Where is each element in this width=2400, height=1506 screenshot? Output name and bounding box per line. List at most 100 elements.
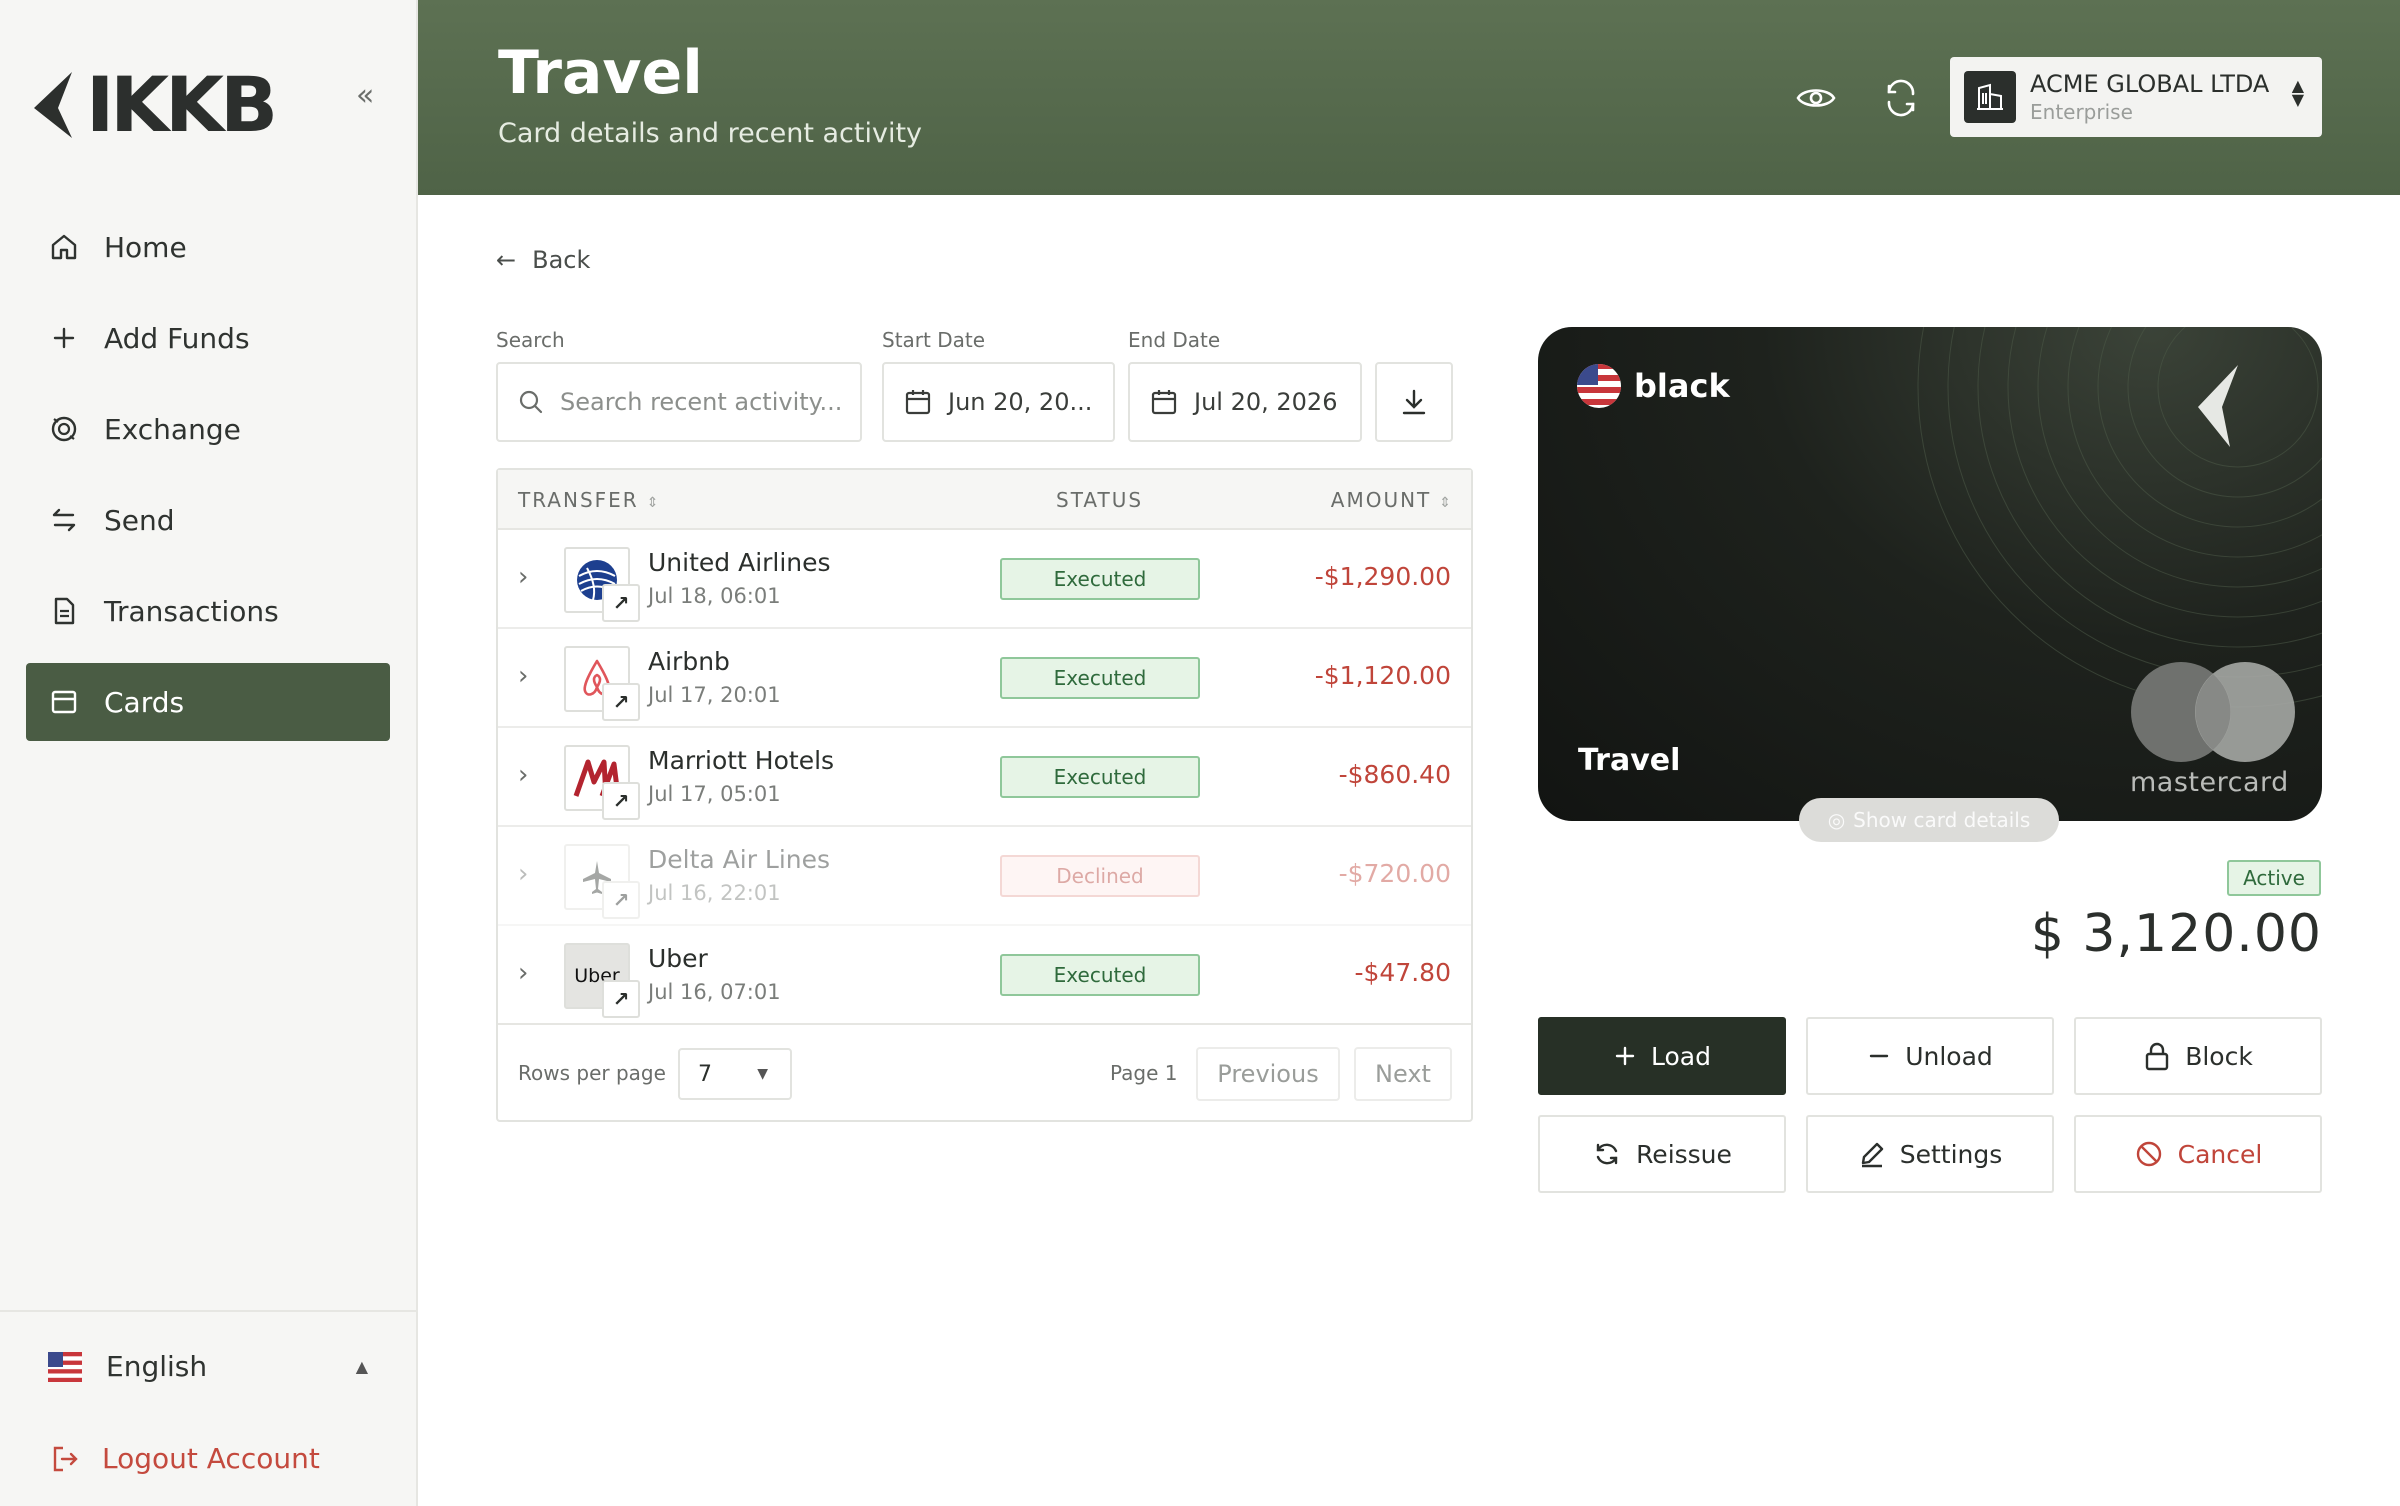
block-button[interactable]: Block [2074, 1017, 2322, 1095]
expand-chevron-icon[interactable]: › [518, 562, 528, 592]
table-row[interactable]: › ↗ United Airlines Jul 18, 06:01 Execut… [498, 530, 1471, 629]
logout-button[interactable]: Logout Account [50, 1442, 320, 1475]
transaction-date: Jul 16, 07:01 [648, 980, 781, 1004]
expand-chevron-icon[interactable]: › [518, 661, 528, 691]
expand-chevron-icon[interactable]: › [518, 760, 528, 790]
brand-logo[interactable]: IKKB [32, 60, 278, 149]
sidebar-item-add-funds[interactable]: Add Funds [26, 299, 390, 377]
block-label: Block [2185, 1041, 2253, 1071]
sidebar-item-label: Send [104, 503, 175, 537]
sidebar-item-label: Cards [104, 685, 185, 719]
table-row[interactable]: › ↗ Marriott Hotels Jul 17, 05:01 Execut… [498, 728, 1471, 827]
unload-button[interactable]: Unload [1806, 1017, 2054, 1095]
sidebar-item-home[interactable]: Home [26, 208, 390, 286]
transaction-amount: -$860.40 [1338, 760, 1451, 789]
table-pagination: Rows per page 7 ▼ Page 1 Previous Next [498, 1027, 1471, 1122]
previous-page-button[interactable]: Previous [1196, 1047, 1340, 1101]
load-button[interactable]: Load [1538, 1017, 1786, 1095]
logout-label: Logout Account [102, 1442, 320, 1475]
cancel-card-button[interactable]: Cancel [2074, 1115, 2322, 1193]
column-status: STATUS [1056, 488, 1144, 512]
sidebar-item-exchange[interactable]: Exchange [26, 390, 390, 468]
sort-icon: ⇕ [646, 495, 659, 511]
card-icon [51, 690, 77, 714]
brand-mark-icon [34, 71, 72, 138]
logout-icon [53, 1446, 78, 1471]
status-badge: Declined [1000, 855, 1200, 897]
column-amount[interactable]: AMOUNT ⇕ [1331, 488, 1451, 512]
settings-label: Settings [1899, 1139, 2003, 1169]
settings-button[interactable]: Settings [1806, 1115, 2054, 1193]
table-row[interactable]: › ↗ Airbnb Jul 17, 20:01 Executed -$1,12… [498, 629, 1471, 728]
rows-per-page-select[interactable]: 7 ▼ [678, 1048, 792, 1100]
cancel-label: Cancel [2177, 1139, 2263, 1169]
refresh-icon[interactable] [1879, 76, 1923, 120]
unload-label: Unload [1905, 1041, 1993, 1071]
start-date-label: Start Date [882, 328, 986, 352]
sidebar-item-transactions[interactable]: Transactions [26, 572, 390, 650]
home-icon [51, 234, 77, 260]
download-button[interactable] [1375, 362, 1453, 442]
load-label: Load [1651, 1041, 1711, 1071]
sidebar-item-label: Add Funds [104, 321, 250, 355]
card-network: mastercard [2130, 767, 2289, 798]
search-placeholder: Search recent activity... [560, 388, 843, 416]
plus-icon [1615, 1046, 1635, 1066]
show-card-details-button[interactable]: ◎ Show card details [1799, 798, 2059, 842]
reissue-label: Reissue [1636, 1139, 1732, 1169]
outgoing-arrow-icon: ↗ [602, 881, 640, 919]
reissue-button[interactable]: Reissue [1538, 1115, 1786, 1193]
table-row[interactable]: › ↗ Delta Air Lines Jul 16, 22:01 Declin… [498, 827, 1471, 926]
sidebar: IKKB « Home Add Funds Exchange Send Tran… [0, 0, 418, 1506]
expand-chevron-icon[interactable]: › [518, 859, 528, 889]
us-flag-icon [1577, 364, 1621, 408]
account-name: ACME GLOBAL LTDA [2030, 70, 2270, 98]
merchant-name: Marriott Hotels [648, 746, 835, 775]
account-type: Enterprise [2030, 100, 2133, 124]
status-badge: Executed [1000, 756, 1200, 798]
outgoing-arrow-icon: ↗ [602, 782, 640, 820]
merchant-name: Airbnb [648, 647, 730, 676]
language-selector[interactable]: English ▲ [48, 1350, 368, 1383]
collapse-sidebar-button[interactable]: « [356, 78, 374, 113]
caret-down-icon: ▼ [757, 1066, 768, 1082]
start-date-value: Jun 20, 20... [948, 388, 1093, 416]
page-subtitle: Card details and recent activity [498, 118, 923, 149]
outgoing-arrow-icon: ↗ [602, 980, 640, 1018]
transaction-date: Jul 18, 06:01 [648, 584, 781, 608]
back-label: Back [532, 246, 591, 274]
card-balance: $ 3,120.00 [2030, 904, 2322, 964]
rows-per-page-value: 7 [698, 1061, 712, 1087]
merchant-name: United Airlines [648, 548, 831, 577]
send-arrows-icon [52, 508, 76, 532]
transaction-date: Jul 17, 05:01 [648, 782, 781, 806]
pencil-icon [1861, 1142, 1883, 1168]
card-tier-label: black [1634, 367, 1730, 405]
card-tier: black [1576, 363, 1730, 409]
eye-icon: ◎ [1827, 808, 1846, 832]
search-input[interactable]: Search recent activity... [496, 362, 862, 442]
column-transfer[interactable]: TRANSFER ⇕ [518, 488, 658, 512]
account-switcher[interactable]: ACME GLOBAL LTDA Enterprise ▲ ▼ [1950, 57, 2322, 137]
end-date-field[interactable]: Jul 20, 2026 [1128, 362, 1362, 442]
reissue-icon [1596, 1143, 1618, 1165]
next-page-button[interactable]: Next [1354, 1047, 1452, 1101]
sidebar-item-cards[interactable]: Cards [26, 663, 390, 741]
transaction-amount: -$1,120.00 [1314, 661, 1451, 690]
table-row[interactable]: › Uber ↗ Uber Jul 16, 07:01 Executed -$4… [498, 926, 1471, 1025]
transaction-amount: -$1,290.00 [1314, 562, 1451, 591]
status-badge: Executed [1000, 657, 1200, 699]
back-link[interactable]: ← Back [496, 246, 590, 274]
start-date-field[interactable]: Jun 20, 20... [882, 362, 1115, 442]
card-status-badge: Active [2227, 860, 2321, 896]
merchant-name: Uber [648, 944, 708, 973]
arrow-left-icon: ← [496, 246, 517, 274]
sidebar-item-send[interactable]: Send [26, 481, 390, 559]
sidebar-nav: Home Add Funds Exchange Send Transaction… [26, 208, 390, 754]
mastercard-logo-icon [2131, 662, 2295, 762]
expand-chevron-icon[interactable]: › [518, 958, 528, 988]
status-badge: Executed [1000, 954, 1200, 996]
end-date-value: Jul 20, 2026 [1194, 388, 1338, 416]
eye-icon[interactable] [1794, 76, 1838, 120]
building-icon [1964, 71, 2016, 123]
